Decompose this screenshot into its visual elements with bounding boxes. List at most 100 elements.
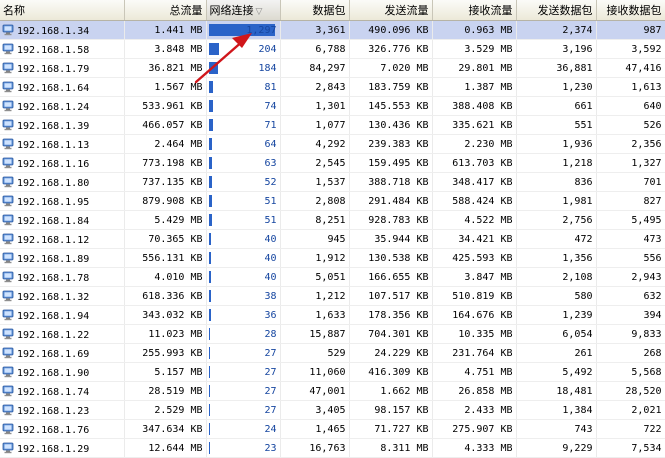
table-row[interactable]: 192.168.1.13 2.464 MB 64 4,292 239.383 KB 2.2… [0, 134, 665, 154]
total-traffic: 3.848 MB [124, 39, 207, 59]
table-row[interactable]: 192.168.1.16 773.198 KB 63 2,545 159.495 KB 6… [0, 153, 665, 173]
host-name-cell: 192.168.1.32 [0, 286, 125, 306]
host-name: 192.168.1.13 [17, 139, 90, 151]
connections-bar [208, 347, 210, 359]
column-header-name[interactable]: 名称 [0, 0, 125, 21]
host-name: 192.168.1.24 [17, 101, 90, 113]
sent-packets: 3,196 [516, 39, 597, 59]
received-traffic: 2.230 MB [432, 134, 517, 154]
sent-traffic: 98.157 KB [349, 400, 433, 420]
sent-traffic: 326.776 KB [349, 39, 433, 59]
connections-bar [208, 43, 219, 55]
connections-bar [208, 214, 212, 226]
connections-cell: 81 [206, 77, 281, 97]
host-name-cell: 192.168.1.76 [0, 419, 125, 439]
table-row[interactable]: 192.168.1.78 4.010 MB 40 5,051 166.655 KB 3.8… [0, 267, 665, 287]
host-name-cell: 192.168.1.12 [0, 229, 125, 249]
connections-count: 71 [264, 119, 277, 131]
table-row[interactable]: 192.168.1.64 1.567 MB 81 2,843 183.759 KB 1.3… [0, 77, 665, 97]
computer-icon [2, 43, 14, 55]
connections-bar [208, 423, 210, 435]
column-header-received[interactable]: 接收流量 [432, 0, 517, 21]
table-row[interactable]: 192.168.1.23 2.529 MB 27 3,405 98.157 KB 2.43… [0, 400, 665, 420]
packets: 15,887 [280, 324, 350, 344]
table-row[interactable]: 192.168.1.22 11.023 MB 28 15,887 704.301 KB 1… [0, 324, 665, 344]
host-name: 192.168.1.29 [17, 443, 90, 455]
sent-packets: 2,108 [516, 267, 597, 287]
received-traffic: 4.333 MB [432, 438, 517, 458]
computer-icon [2, 62, 14, 74]
host-name-cell: 192.168.1.23 [0, 400, 125, 420]
table-row[interactable]: 192.168.1.80 737.135 KB 52 1,537 388.718 KB 3… [0, 172, 665, 192]
received-traffic: 29.801 MB [432, 58, 517, 78]
host-name: 192.168.1.84 [17, 215, 90, 227]
host-name-cell: 192.168.1.79 [0, 58, 125, 78]
table-row[interactable]: 192.168.1.32 618.336 KB 38 1,212 107.517 KB 5… [0, 286, 665, 306]
table-row[interactable]: 192.168.1.12 70.365 KB 40 945 35.944 KB 34.42… [0, 229, 665, 249]
connections-bar [208, 157, 212, 169]
computer-icon [2, 176, 14, 188]
column-header-sent[interactable]: 发送流量 [349, 0, 433, 21]
table-row[interactable]: 192.168.1.89 556.131 KB 40 1,912 130.538 KB 4… [0, 248, 665, 268]
column-header-total[interactable]: 总流量 [124, 0, 207, 21]
table-row[interactable]: 192.168.1.90 5.157 MB 27 11,060 416.309 KB 4.… [0, 362, 665, 382]
sent-traffic: 130.436 KB [349, 115, 433, 135]
host-name-cell: 192.168.1.69 [0, 343, 125, 363]
table-row[interactable]: 192.168.1.58 3.848 MB 204 6,788 326.776 KB 3.… [0, 39, 665, 59]
received-packets: 5,568 [596, 362, 665, 382]
packets: 1,537 [280, 172, 350, 192]
column-header-packets[interactable]: 数据包 [280, 0, 350, 21]
column-header-sent-packets[interactable]: 发送数据包 [516, 0, 597, 21]
table-row[interactable]: 192.168.1.39 466.057 KB 71 1,077 130.436 KB 3… [0, 115, 665, 135]
received-traffic: 34.421 KB [432, 229, 517, 249]
connections-cell: 27 [206, 381, 281, 401]
received-packets: 2,943 [596, 267, 665, 287]
total-traffic: 533.961 KB [124, 96, 207, 116]
received-traffic: 388.408 KB [432, 96, 517, 116]
column-header-connections[interactable]: 网络连接 ▽ [206, 0, 281, 21]
received-traffic: 348.417 KB [432, 172, 517, 192]
table-row[interactable]: 192.168.1.94 343.032 KB 36 1,633 178.356 KB 1… [0, 305, 665, 325]
table-row[interactable]: 192.168.1.84 5.429 MB 51 8,251 928.783 KB 4.5… [0, 210, 665, 230]
connections-count: 40 [264, 233, 277, 245]
packets: 1,212 [280, 286, 350, 306]
connections-cell: 23 [206, 438, 281, 458]
table-row[interactable]: 192.168.1.74 28.519 MB 27 47,001 1.662 MB 26.… [0, 381, 665, 401]
table-row[interactable]: 192.168.1.76 347.634 KB 24 1,465 71.727 KB 27… [0, 419, 665, 439]
host-name: 192.168.1.23 [17, 405, 90, 417]
connections-bar [208, 271, 211, 283]
computer-icon [2, 252, 14, 264]
table-row[interactable]: 192.168.1.29 12.644 MB 23 16,763 8.311 MB 4.3… [0, 438, 665, 458]
sent-packets: 1,230 [516, 77, 597, 97]
table-row[interactable]: 192.168.1.34 1.441 MB 1,297 3,361 490.096 KB… [0, 20, 665, 40]
packets: 84,297 [280, 58, 350, 78]
total-traffic: 618.336 KB [124, 286, 207, 306]
table-row[interactable]: 192.168.1.69 255.993 KB 27 529 24.229 KB 231.… [0, 343, 665, 363]
received-traffic: 10.335 MB [432, 324, 517, 344]
connections-count: 40 [264, 271, 277, 283]
connections-count: 52 [264, 176, 277, 188]
table-row[interactable]: 192.168.1.79 36.821 MB 184 84,297 7.020 MB 29… [0, 58, 665, 78]
host-name: 192.168.1.12 [17, 234, 90, 246]
connections-count: 28 [264, 328, 277, 340]
connections-cell: 27 [206, 362, 281, 382]
connections-count: 36 [264, 309, 277, 321]
connections-cell: 71 [206, 115, 281, 135]
host-name: 192.168.1.16 [17, 158, 90, 170]
computer-icon [2, 138, 14, 150]
connections-table: 名称 总流量 网络连接 ▽ 数据包 发送流量 接收流量 发送数据包 接收数据包 1… [0, 0, 665, 458]
received-traffic: 26.858 MB [432, 381, 517, 401]
total-traffic: 773.198 KB [124, 153, 207, 173]
sent-traffic: 388.718 KB [349, 172, 433, 192]
received-traffic: 3.847 MB [432, 267, 517, 287]
received-packets: 5,495 [596, 210, 665, 230]
table-row[interactable]: 192.168.1.24 533.961 KB 74 1,301 145.553 KB 3… [0, 96, 665, 116]
table-row[interactable]: 192.168.1.95 879.908 KB 51 2,808 291.484 KB 5… [0, 191, 665, 211]
received-traffic: 0.963 MB [432, 20, 517, 40]
total-traffic: 466.057 KB [124, 115, 207, 135]
sent-traffic: 928.783 KB [349, 210, 433, 230]
sent-traffic: 130.538 KB [349, 248, 433, 268]
host-name: 192.168.1.78 [17, 272, 90, 284]
column-header-received-packets[interactable]: 接收数据包 [596, 0, 665, 21]
sent-packets: 2,756 [516, 210, 597, 230]
